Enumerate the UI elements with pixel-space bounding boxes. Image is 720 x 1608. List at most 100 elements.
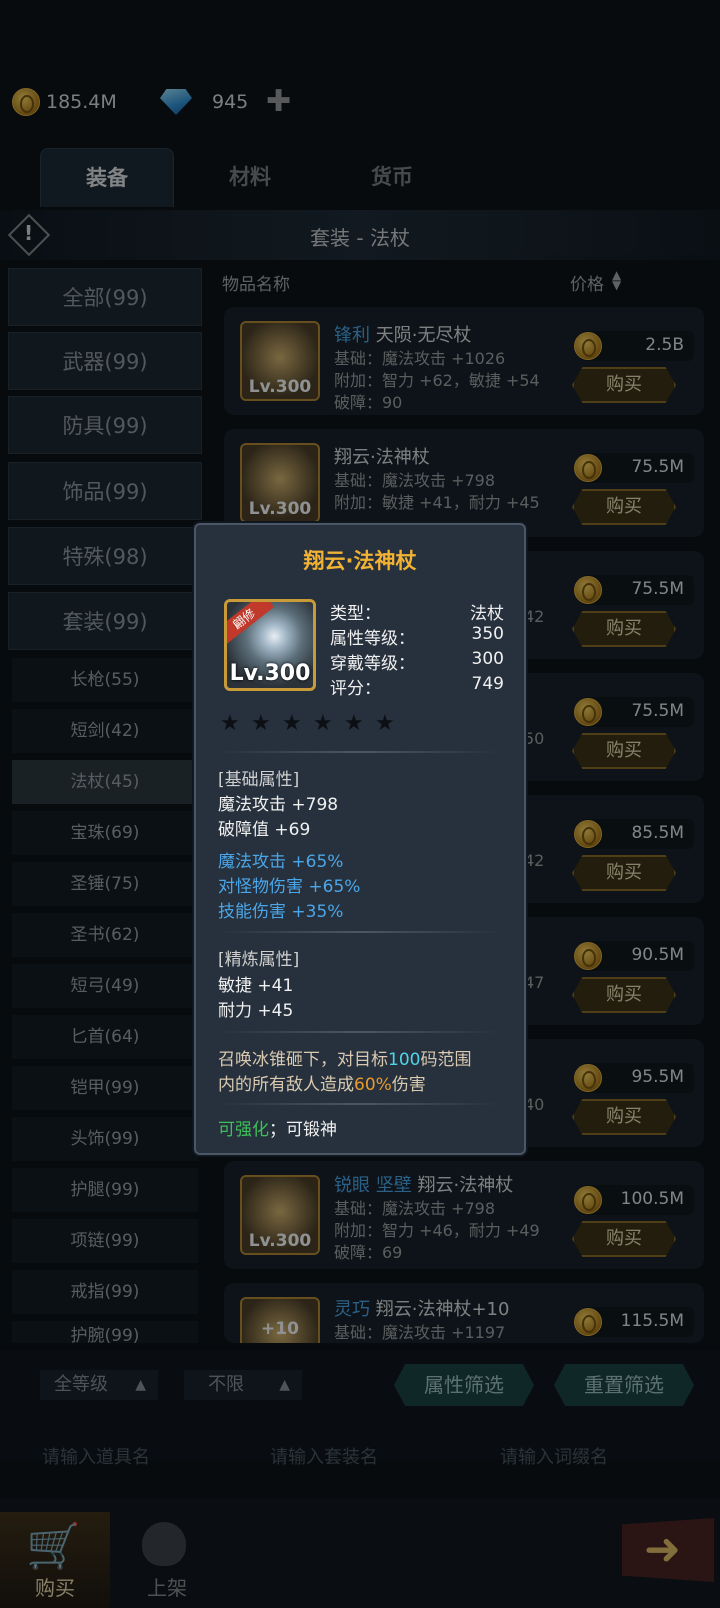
column-price-header[interactable]: 价格	[570, 270, 604, 295]
subcategory-item[interactable]: 长枪(55)	[12, 658, 198, 702]
stat-type-label: 类型：	[330, 604, 381, 624]
category-accessory[interactable]: 饰品(99)	[8, 462, 202, 520]
item-extra-tail: 42	[524, 851, 545, 870]
subcategory-item[interactable]: 匕首(64)	[12, 1015, 198, 1059]
limit-filter-dropdown[interactable]: 不限 ▲	[184, 1370, 302, 1400]
item-name-input[interactable]: 请输入道具名	[30, 1438, 236, 1478]
buy-button[interactable]: 购买	[572, 1099, 676, 1135]
item-icon: Lv.300	[240, 321, 320, 401]
buy-button[interactable]: 购买	[572, 611, 676, 647]
item-price: 90.5M	[631, 945, 684, 965]
price-box: 75.5M	[574, 575, 694, 605]
gold-amount: 185.4M	[46, 91, 117, 113]
nav-sell-label: 上架	[147, 1576, 187, 1600]
item-base: 基础：魔法攻击 +1197	[334, 1323, 506, 1342]
attribute-filter-button[interactable]: 属性筛选	[394, 1364, 534, 1406]
level-filter-dropdown[interactable]: 全等级 ▲	[40, 1370, 158, 1400]
list-item[interactable]: +10 灵巧 翔云·法神杖+10 基础：魔法攻击 +1197 115.5M	[224, 1283, 704, 1343]
affix-name-input[interactable]: 请输入词缀名	[488, 1438, 694, 1478]
subcategory-item[interactable]: 头饰(99)	[12, 1117, 198, 1161]
gold-coin-icon	[574, 454, 602, 482]
item-extra-tail: 42	[524, 607, 545, 626]
subcategory-item[interactable]: 铠甲(99)	[12, 1066, 198, 1110]
popup-title: 翔云·法神杖	[303, 549, 417, 573]
arrow-right-icon: ➜	[644, 1524, 681, 1575]
set-name-input[interactable]: 请输入套装名	[258, 1438, 464, 1478]
subcategory-item[interactable]: 戒指(99)	[12, 1270, 198, 1314]
list-item[interactable]: Lv.300 锋利 天陨·无尽杖 基础：魔法攻击 +1026 附加：智力 +62…	[224, 307, 704, 415]
gold-coin-icon	[574, 942, 602, 970]
tab-equipment[interactable]: 装备	[40, 148, 174, 207]
diamond-icon	[160, 89, 192, 115]
buy-button[interactable]: 购买	[572, 855, 676, 891]
buy-button[interactable]: 购买	[572, 977, 676, 1013]
subcategory-item[interactable]: 短弓(49)	[12, 964, 198, 1008]
skill-description-line1: 召唤冰锥砸下，对目标100码范围	[218, 1050, 472, 1070]
buy-button[interactable]: 购买	[572, 489, 676, 525]
item-extra-tail: 40	[524, 1095, 545, 1114]
nav-buy-label: 购买	[35, 1576, 75, 1600]
item-extra-tail: 47	[524, 973, 545, 992]
subcategory-item[interactable]: 圣锤(75)	[12, 862, 198, 906]
item-base: 基础：魔法攻击 +1026	[334, 349, 506, 368]
tab-materials[interactable]: 材料	[184, 148, 316, 206]
category-weapon[interactable]: 武器(99)	[8, 332, 202, 390]
item-extra: 附加：智力 +46，耐力 +49	[334, 1221, 540, 1240]
add-currency-icon[interactable]: ✚	[266, 84, 291, 119]
subcategory-item[interactable]: 护腿(99)	[12, 1168, 198, 1212]
star-icon: ★	[282, 711, 302, 736]
shopping-cart-icon: 🛒	[26, 1521, 81, 1572]
list-item[interactable]: Lv.300 翔云·法神杖 基础：魔法攻击 +798 附加：敏捷 +41，耐力 …	[224, 429, 704, 537]
item-level: Lv.300	[229, 661, 311, 686]
item-base: 基础：魔法攻击 +798	[334, 1199, 496, 1218]
star-icon: ★	[344, 711, 364, 736]
gold-coin-icon	[574, 1186, 602, 1214]
subcategory-item-selected[interactable]: 法杖(45)	[12, 760, 198, 804]
item-icon: 翩修 Lv.300	[224, 599, 316, 691]
section-title-bar: ! 套装 - 法杖	[0, 210, 720, 260]
subcategory-item[interactable]: 宝珠(69)	[12, 811, 198, 855]
subcategory-item[interactable]: 圣书(62)	[12, 913, 198, 957]
item-icon: +10	[240, 1297, 320, 1343]
subcategory-item[interactable]: 护腕(99)	[12, 1321, 198, 1343]
divider	[218, 751, 500, 753]
item-detail-popup[interactable]: 翔云·法神杖 翩修 Lv.300 类型： 法杖 属性等级： 350 穿戴等级： …	[194, 523, 526, 1155]
stat-attr-level-label: 属性等级：	[330, 629, 415, 649]
nav-sell-tab[interactable]: 上架	[112, 1512, 222, 1608]
price-box: 75.5M	[574, 697, 694, 727]
sort-icon[interactable]: ▲ ▼	[612, 269, 621, 291]
item-icon: Lv.300	[240, 443, 320, 523]
refine-attr-line: 敏捷 +41	[218, 976, 294, 996]
diamond-amount: 945	[212, 91, 249, 113]
category-set[interactable]: 套装(99)	[8, 592, 202, 650]
item-badge: 翩修	[227, 602, 274, 646]
category-all[interactable]: 全部(99)	[8, 268, 202, 326]
subcategory-item[interactable]: 短剑(42)	[12, 709, 198, 753]
category-armor[interactable]: 防具(99)	[8, 396, 202, 454]
stat-score-value: 749	[471, 674, 504, 694]
base-attr-line: 破障值 +69	[218, 820, 311, 840]
price-box: 95.5M	[574, 1063, 694, 1093]
list-item[interactable]: Lv.300 锐眼 坚壁 翔云·法神杖 基础：魔法攻击 +798 附加：智力 +…	[224, 1161, 704, 1269]
next-arrow-button[interactable]: ➜	[622, 1518, 714, 1582]
reset-filter-button[interactable]: 重置筛选	[554, 1364, 694, 1406]
item-icon: Lv.300	[240, 1175, 320, 1255]
divider	[218, 1103, 500, 1105]
stat-wear-level-label: 穿戴等级：	[330, 654, 415, 674]
category-special[interactable]: 特殊(98)	[8, 527, 202, 585]
star-icon: ★	[251, 711, 271, 736]
buy-button[interactable]: 购买	[572, 1221, 676, 1257]
star-icon: ★	[220, 711, 240, 736]
gold-coin-icon	[574, 1064, 602, 1092]
price-box: 115.5M	[574, 1307, 694, 1337]
base-attr-line: 魔法攻击 +798	[218, 795, 339, 815]
item-extra: 附加：智力 +62，敏捷 +54	[334, 371, 540, 390]
tab-currency[interactable]: 货币	[326, 148, 458, 206]
subcategory-item[interactable]: 项链(99)	[12, 1219, 198, 1263]
section-title: 套装 - 法杖	[310, 226, 410, 250]
item-base: 基础：魔法攻击 +798	[334, 471, 496, 490]
buy-button[interactable]: 购买	[572, 367, 676, 403]
nav-buy-tab[interactable]: 🛒 购买	[0, 1512, 110, 1608]
item-name: 天陨·无尽杖	[375, 325, 472, 346]
buy-button[interactable]: 购买	[572, 733, 676, 769]
